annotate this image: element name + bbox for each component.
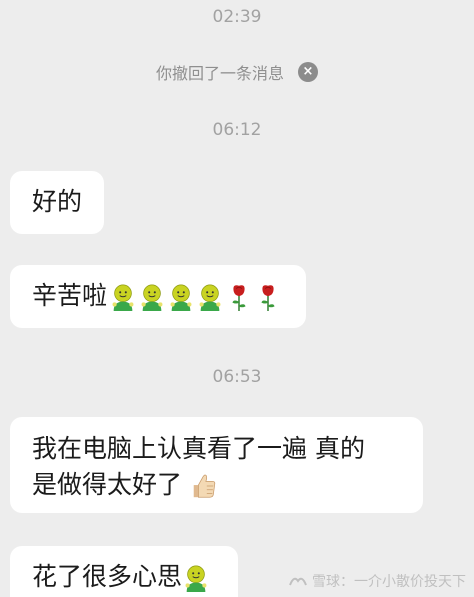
smiling-face-icon (167, 283, 195, 311)
snowball-logo-icon (289, 577, 307, 586)
rose-icon (254, 283, 282, 311)
message-text: 我在电脑上认真看了一遍 真的 (32, 434, 365, 463)
rose-icon (225, 283, 253, 311)
message-text: 花了很多心思 (32, 562, 183, 591)
message-bubble[interactable]: 我在电脑上认真看了一遍 真的 是做得太好了 (10, 417, 423, 513)
watermark-text: 雪球：一介小散价投天下 (312, 574, 466, 590)
message-text: 是做得太好了 (32, 470, 183, 499)
message-text: 好的 (32, 187, 83, 216)
message-text: 辛苦啦 (32, 281, 108, 310)
message-bubble[interactable]: 好的 (10, 171, 104, 234)
message-timestamp: 02:39 (212, 7, 262, 27)
smiling-face-icon (182, 564, 210, 592)
close-icon[interactable]: × (298, 62, 318, 82)
smiling-face-icon (138, 283, 166, 311)
message-timestamp: 06:53 (212, 367, 262, 387)
message-bubble[interactable]: 辛苦啦 (10, 265, 306, 328)
chat-view[interactable]: 02:39 你撤回了一条消息 × 06:12 好的 辛苦啦 06:53 我在电脑… (0, 0, 474, 597)
message-bubble[interactable]: 花了很多心思 (10, 546, 238, 597)
watermark: 雪球：一介小散价投天下 (288, 571, 466, 591)
smiling-face-icon (196, 283, 224, 311)
recall-notice: 你撤回了一条消息 × (0, 60, 474, 84)
smiling-face-icon (109, 283, 137, 311)
thumbs-up-icon (190, 472, 218, 500)
message-timestamp: 06:12 (212, 120, 262, 140)
recall-notice-text: 你撤回了一条消息 (155, 64, 284, 83)
